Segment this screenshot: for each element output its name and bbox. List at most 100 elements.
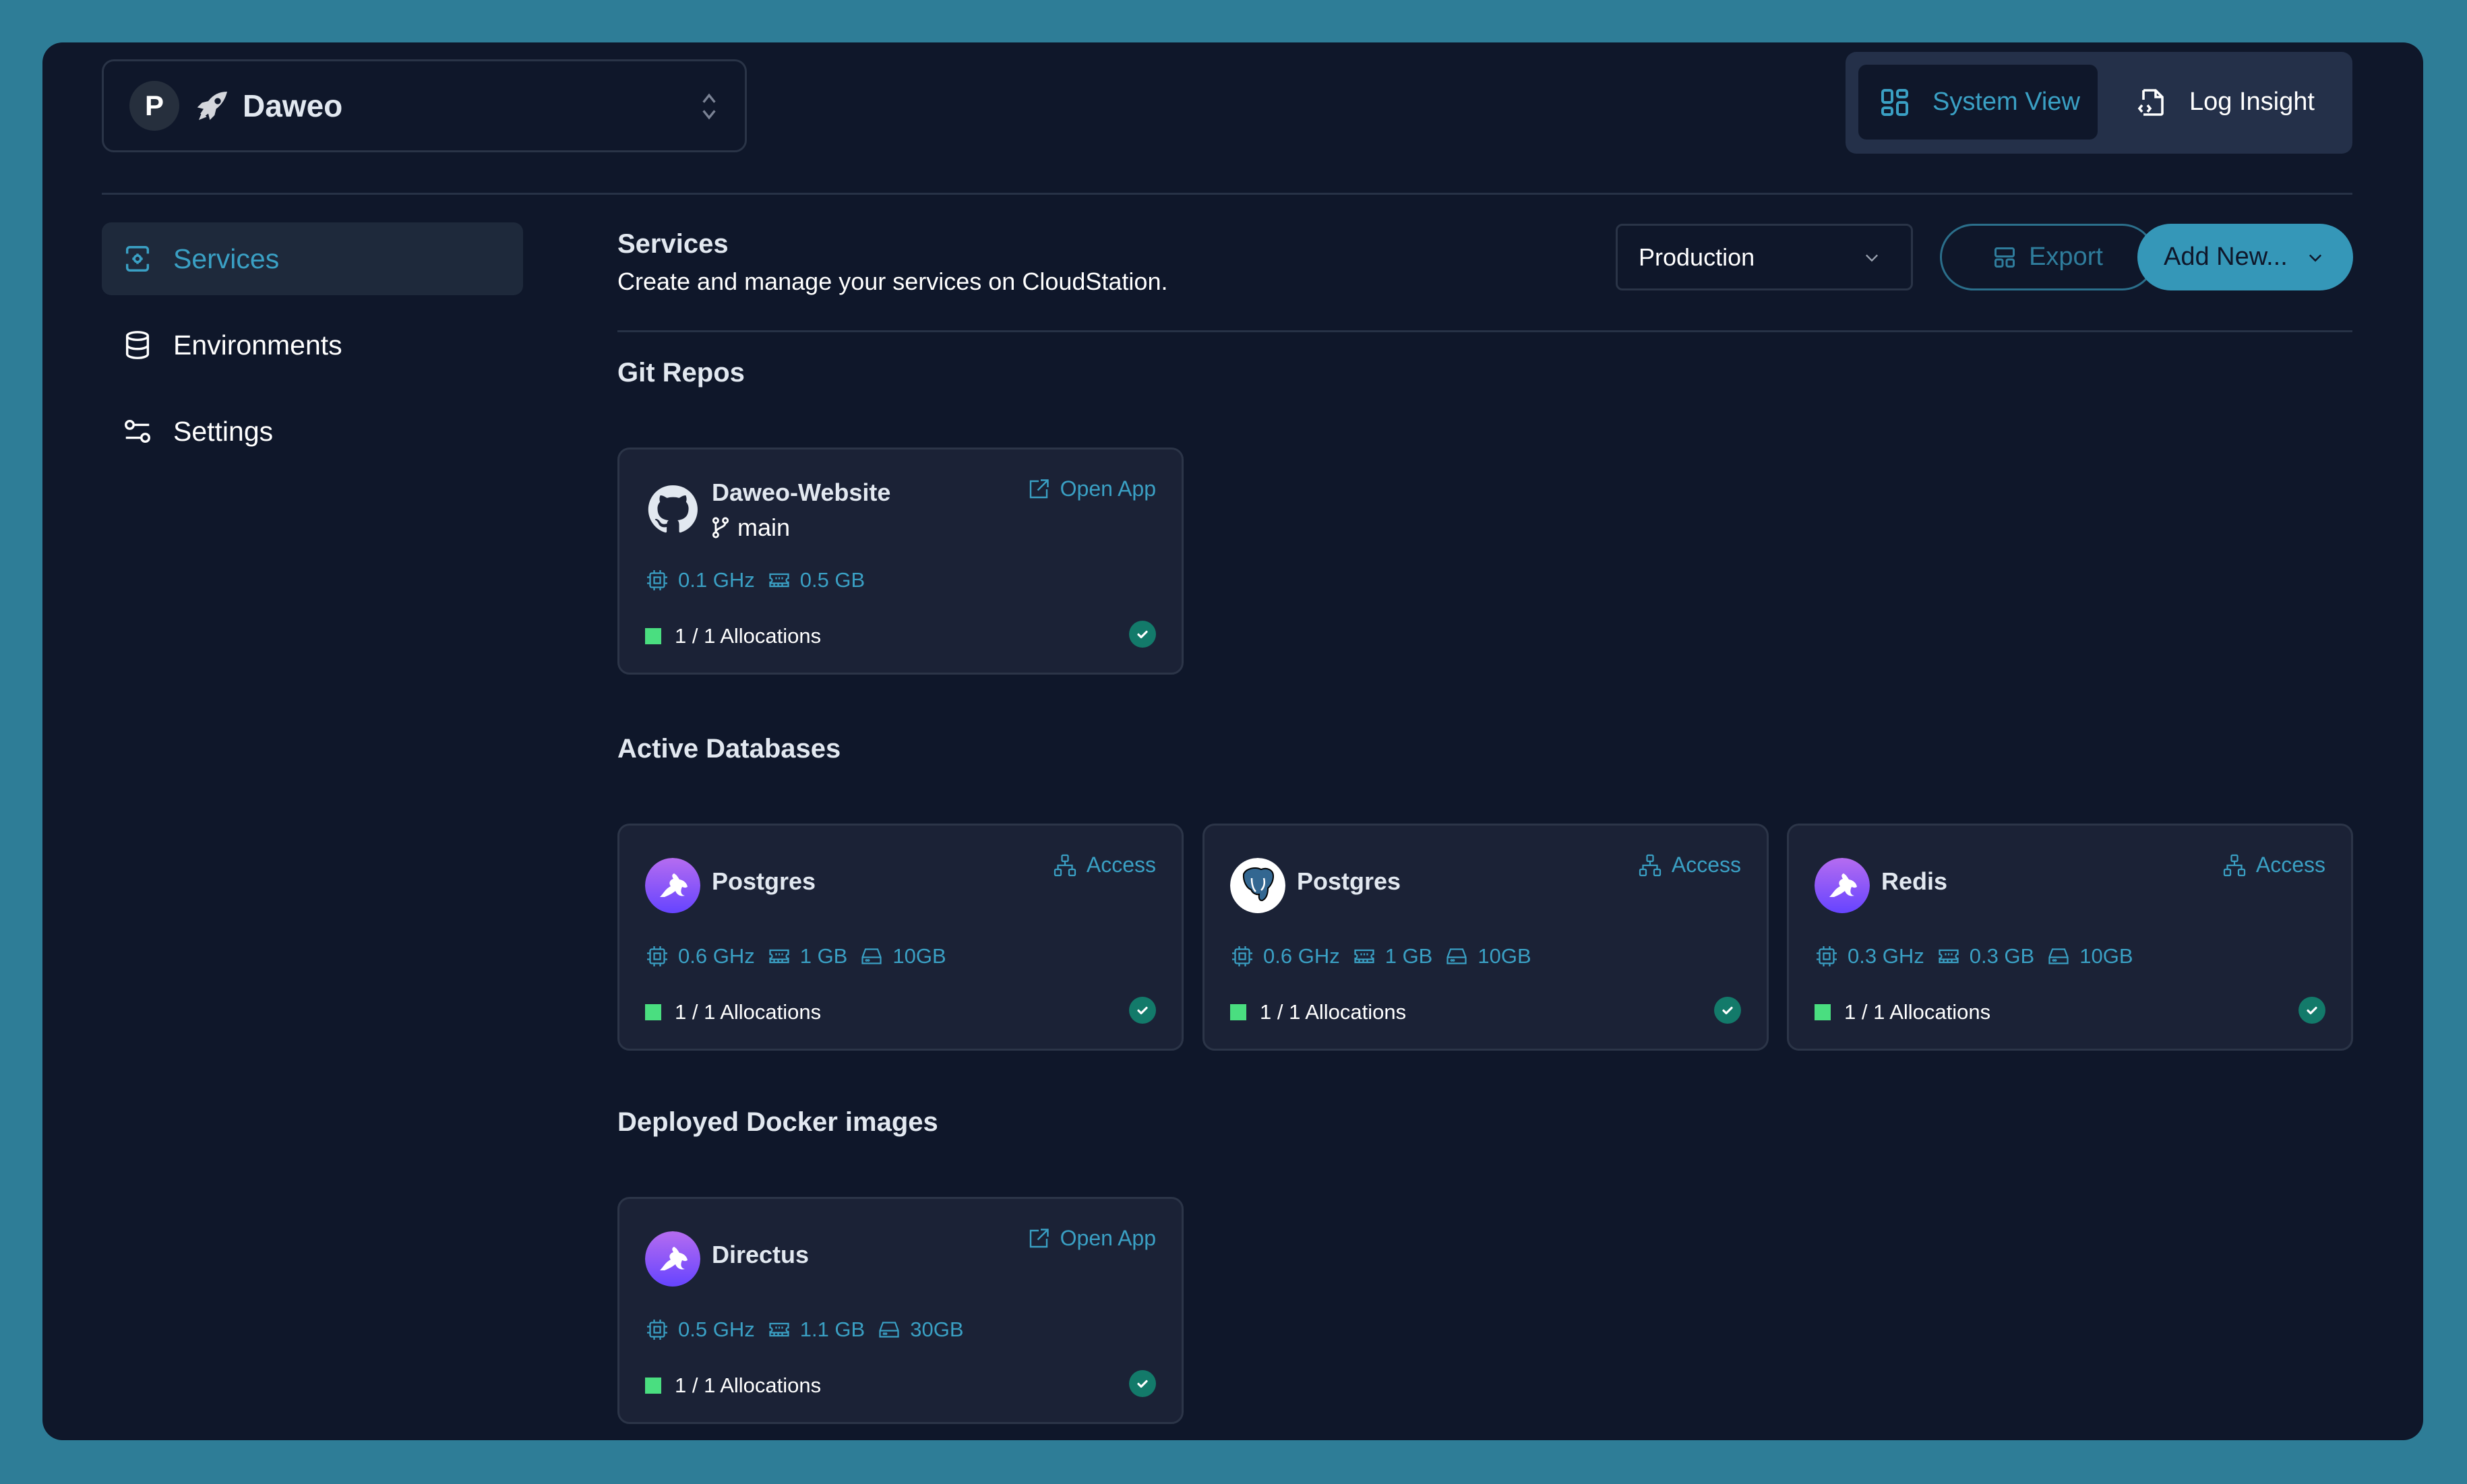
status-badge	[1129, 1370, 1156, 1397]
allocations: 1 / 1 Allocations	[1230, 1000, 1406, 1024]
resources: 0.5 GHz 1.1 GB 30GB	[645, 1318, 976, 1342]
access-link[interactable]: Access	[2222, 853, 2325, 877]
section-title-docker: Deployed Docker images	[617, 1107, 938, 1137]
sidebar-item-settings[interactable]: Settings	[102, 395, 523, 468]
project-avatar: P	[129, 81, 179, 131]
disk-icon	[1444, 944, 1469, 968]
directus-logo-icon	[645, 1231, 700, 1287]
external-link-icon	[1027, 477, 1051, 501]
github-icon	[645, 482, 700, 537]
cpu-value: 0.1 GHz	[678, 568, 755, 592]
add-new-button[interactable]: Add New...	[2137, 224, 2353, 290]
allocations-label: 1 / 1 Allocations	[675, 1000, 822, 1024]
external-link-icon	[1027, 1227, 1051, 1251]
rocket-icon	[197, 92, 227, 120]
service-name: Daweo-Website	[712, 478, 891, 506]
open-app-link[interactable]: Open App	[1027, 476, 1156, 501]
docker-card-directus[interactable]: Directus Open App 0.5 GHz 1.1 GB 30GB 1 …	[617, 1197, 1184, 1424]
cpu-icon	[1230, 944, 1254, 968]
memory-icon	[767, 944, 791, 968]
cpu-icon	[645, 568, 669, 592]
tab-label: System View	[1932, 88, 2080, 116]
open-app-link[interactable]: Open App	[1027, 1226, 1156, 1251]
environment-select[interactable]: Production	[1616, 224, 1913, 290]
branch-label: main	[712, 514, 790, 542]
memory-value: 1 GB	[799, 944, 848, 968]
database-card-postgres[interactable]: Postgres Access 0.6 GHz 1 GB 10GB 1 / 1 …	[617, 824, 1184, 1051]
allocation-indicator	[645, 1378, 661, 1394]
export-label: Export	[2029, 243, 2103, 271]
disk-icon	[859, 944, 884, 968]
service-name: Postgres	[712, 867, 816, 895]
allocation-indicator	[1230, 1004, 1246, 1020]
disk-icon	[2046, 944, 2071, 968]
export-button[interactable]: Export	[1940, 224, 2156, 290]
tab-log-insight[interactable]: Log Insight	[2115, 65, 2344, 140]
cpu-icon	[645, 1318, 669, 1342]
status-badge	[1129, 997, 1156, 1024]
resources: 0.6 GHz 1 GB 10GB	[1230, 944, 1544, 968]
sidebar-label: Environments	[173, 329, 342, 361]
memory-value: 0.3 GB	[1969, 944, 2035, 968]
memory-value: 1 GB	[1384, 944, 1433, 968]
cpu-value: 0.6 GHz	[678, 944, 755, 968]
disk-value: 30GB	[910, 1318, 964, 1341]
file-code-icon	[2137, 88, 2164, 116]
git-branch-icon	[712, 517, 729, 538]
page-subtitle: Create and manage your services on Cloud…	[617, 268, 1168, 295]
grid-icon	[1881, 88, 1908, 116]
check-icon	[1136, 1377, 1149, 1390]
sidebar-label: Settings	[173, 415, 274, 447]
sidebar-item-services[interactable]: Services	[102, 222, 523, 295]
directus-logo-icon	[1815, 858, 1870, 913]
chevron-down-icon	[2309, 254, 2322, 261]
disk-value: 10GB	[892, 944, 946, 968]
app-window: P Daweo System View Log Insight Services…	[42, 42, 2423, 1440]
page-title: Services	[617, 229, 729, 259]
services-icon	[125, 246, 150, 272]
resources: 0.6 GHz 1 GB 10GB	[645, 944, 958, 968]
action-label: Access	[1086, 853, 1156, 877]
database-card-postgres-2[interactable]: Postgres Access 0.6 GHz 1 GB 10GB 1 / 1 …	[1202, 824, 1769, 1051]
status-badge	[1129, 621, 1156, 648]
action-label: Open App	[1060, 1226, 1156, 1250]
check-icon	[2305, 1003, 2319, 1017]
add-new-label: Add New...	[2164, 243, 2288, 271]
service-card-daweo-website[interactable]: Daweo-Website main Open App 0.1 GHz 0.5 …	[617, 447, 1184, 675]
content-divider	[617, 330, 2352, 332]
cpu-icon	[1815, 944, 1839, 968]
check-icon	[1136, 1003, 1149, 1017]
network-icon	[1053, 853, 1077, 877]
header-divider	[102, 193, 2352, 195]
database-card-redis[interactable]: Redis Access 0.3 GHz 0.3 GB 10GB 1 / 1 A…	[1787, 824, 2353, 1051]
allocations-label: 1 / 1 Allocations	[675, 624, 822, 648]
allocation-indicator	[1815, 1004, 1831, 1020]
postgres-logo-icon	[1230, 858, 1285, 913]
allocations: 1 / 1 Allocations	[645, 1373, 821, 1398]
export-icon	[1994, 247, 2015, 268]
allocation-indicator	[645, 1004, 661, 1020]
allocation-indicator	[645, 628, 661, 644]
memory-value: 1.1 GB	[799, 1318, 865, 1341]
view-toggle: System View Log Insight	[1846, 52, 2352, 154]
tab-label: Log Insight	[2189, 88, 2315, 116]
cpu-icon	[645, 944, 669, 968]
tab-system-view[interactable]: System View	[1858, 65, 2098, 140]
sliders-icon	[125, 419, 150, 443]
section-title-git-repos: Git Repos	[617, 358, 745, 388]
service-name: Directus	[712, 1241, 810, 1268]
database-icon	[125, 331, 150, 359]
chevron-down-icon	[1866, 254, 1878, 261]
section-title-databases: Active Databases	[617, 734, 841, 764]
project-name: Daweo	[243, 88, 343, 123]
memory-icon	[1352, 944, 1376, 968]
service-name: Redis	[1881, 867, 1948, 895]
access-link[interactable]: Access	[1638, 853, 1741, 877]
disk-value: 10GB	[1478, 944, 1531, 968]
project-selector[interactable]: P Daweo	[102, 59, 747, 152]
environment-value: Production	[1639, 243, 1755, 271]
allocations-label: 1 / 1 Allocations	[1260, 1000, 1407, 1024]
access-link[interactable]: Access	[1053, 853, 1156, 877]
status-badge	[1714, 997, 1741, 1024]
sidebar-item-environments[interactable]: Environments	[102, 309, 523, 381]
